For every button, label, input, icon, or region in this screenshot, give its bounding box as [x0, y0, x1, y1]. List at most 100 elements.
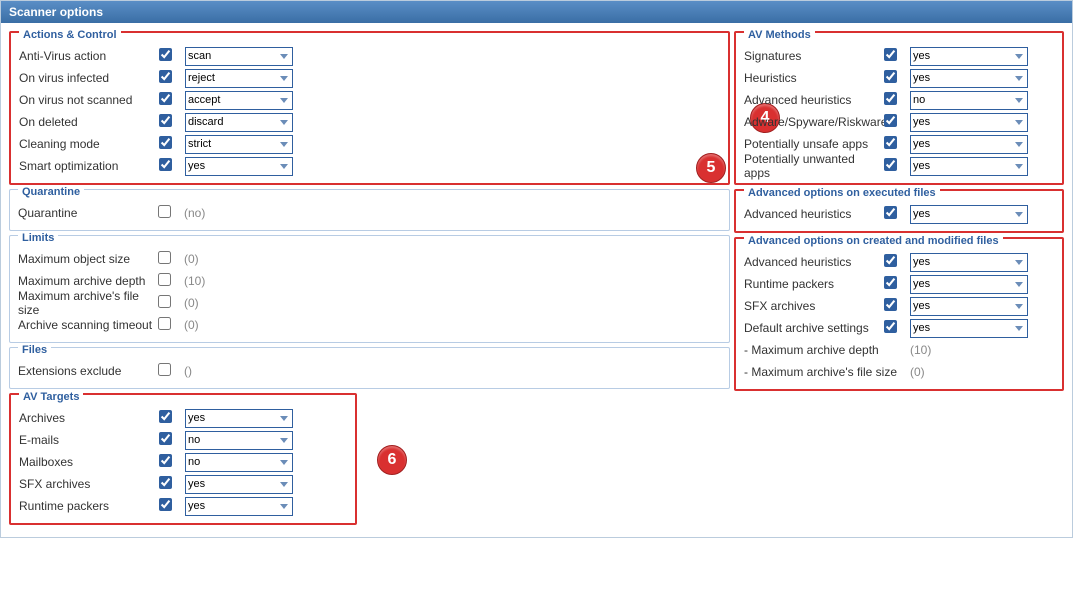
panel-body: Actions & Control 4 Anti-Virus actionsca… — [1, 23, 1072, 537]
limits-row: Maximum archive's file size (0) — [18, 292, 721, 314]
targets-select[interactable]: yes — [185, 497, 293, 516]
actions-row: Cleaning modestrict — [19, 133, 720, 155]
methods-row: Heuristicsyes — [744, 67, 1054, 89]
files-checkbox[interactable] — [158, 363, 171, 376]
limits-checkbox[interactable] — [158, 295, 171, 308]
actions-label: Smart optimization — [19, 159, 159, 173]
actions-select[interactable]: strict — [185, 135, 293, 154]
adv-created-sub-value: (10) — [910, 343, 931, 357]
actions-row: On virus infected reject — [19, 67, 720, 89]
targets-row: Archives yes — [19, 407, 347, 429]
methods-select[interactable]: yes — [910, 69, 1028, 88]
limits-checkbox[interactable] — [158, 317, 171, 330]
actions-select[interactable]: yes — [185, 157, 293, 176]
adv-created-select[interactable]: yes — [910, 253, 1028, 272]
adv-created-row: Advanced heuristics yes — [744, 251, 1054, 273]
adv-created-label: Advanced heuristics — [744, 255, 884, 269]
adv-exec-label: Advanced heuristics — [744, 207, 884, 221]
files-legend: Files — [18, 344, 51, 356]
methods-select[interactable]: yes — [910, 47, 1028, 66]
actions-label: On deleted — [19, 115, 159, 129]
actions-legend: Actions & Control — [19, 29, 121, 41]
methods-label: Signatures — [744, 49, 884, 63]
actions-label: On virus not scanned — [19, 93, 159, 107]
actions-select[interactable]: scan — [185, 47, 293, 66]
adv-created-row: Runtime packersyes — [744, 273, 1054, 295]
limits-fieldset: Limits Maximum object size(0)Maximum arc… — [9, 235, 730, 343]
actions-checkbox[interactable] — [159, 48, 172, 61]
targets-checkbox[interactable] — [159, 454, 172, 467]
adv-created-sub-value: (0) — [910, 365, 925, 379]
targets-checkbox[interactable] — [159, 432, 172, 445]
actions-checkbox[interactable] — [159, 158, 172, 171]
methods-checkbox[interactable] — [884, 136, 897, 149]
limits-label: Archive scanning timeout — [18, 318, 158, 332]
methods-checkbox[interactable] — [884, 48, 897, 61]
quarantine-row: Quarantine (no) — [18, 202, 721, 224]
actions-label: Anti-Virus action — [19, 49, 159, 63]
adv-created-sub-label: - Maximum archive's file size — [744, 365, 910, 379]
adv-created-select[interactable]: yes — [910, 297, 1028, 316]
actions-checkbox[interactable] — [159, 70, 172, 83]
adv-created-label: Default archive settings — [744, 321, 884, 335]
actions-select[interactable]: discard — [185, 113, 293, 132]
av-targets-fieldset: AV Targets 6 ArchivesyesE-mailsnoMailbox… — [9, 393, 357, 525]
targets-checkbox[interactable] — [159, 476, 172, 489]
adv-created-select[interactable]: yes — [910, 275, 1028, 294]
targets-checkbox[interactable] — [159, 410, 172, 423]
targets-select[interactable]: yes — [185, 475, 293, 494]
limits-checkbox[interactable] — [158, 251, 171, 264]
targets-row: E-mails no — [19, 429, 347, 451]
limits-readonly-value: (0) — [184, 296, 199, 310]
adv-created-label: SFX archives — [744, 299, 884, 313]
methods-checkbox[interactable] — [884, 114, 897, 127]
actions-checkbox[interactable] — [159, 92, 172, 105]
limits-label: Maximum archive's file size — [18, 289, 158, 317]
files-row: Extensions exclude() — [18, 360, 721, 382]
methods-checkbox[interactable] — [884, 158, 897, 171]
targets-select[interactable]: yes — [185, 409, 293, 428]
quarantine-checkbox[interactable] — [158, 205, 171, 218]
actions-checkbox[interactable] — [159, 114, 172, 127]
right-column: 5 AV Methods SignaturesyesHeuristicsyesA… — [734, 31, 1064, 529]
adv-created-checkbox[interactable] — [884, 298, 897, 311]
actions-checkbox[interactable] — [159, 136, 172, 149]
actions-label: On virus infected — [19, 71, 159, 85]
methods-checkbox[interactable] — [884, 70, 897, 83]
actions-row: Smart optimization yes — [19, 155, 720, 177]
targets-label: E-mails — [19, 433, 159, 447]
adv-exec-checkbox[interactable] — [884, 206, 897, 219]
actions-select[interactable]: accept — [185, 91, 293, 110]
adv-created-sub-row: - Maximum archive's file size(0) — [744, 361, 1054, 383]
adv-created-fieldset: Advanced options on created and modified… — [734, 237, 1064, 391]
limits-readonly-value: (10) — [184, 274, 205, 288]
left-column: Actions & Control 4 Anti-Virus actionsca… — [9, 31, 730, 529]
targets-checkbox[interactable] — [159, 498, 172, 511]
quarantine-readonly-value: (no) — [184, 206, 205, 220]
quarantine-label: Quarantine — [18, 206, 158, 220]
methods-select[interactable]: yes — [910, 157, 1028, 176]
adv-created-sub-row: - Maximum archive depth(10) — [744, 339, 1054, 361]
targets-label: Archives — [19, 411, 159, 425]
methods-checkbox[interactable] — [884, 92, 897, 105]
adv-exec-select[interactable]: yes — [910, 205, 1028, 224]
methods-select[interactable]: no — [910, 91, 1028, 110]
methods-row: Potentially unwanted appsyes — [744, 155, 1054, 177]
targets-select[interactable]: no — [185, 453, 293, 472]
adv-created-select[interactable]: yes — [910, 319, 1028, 338]
limits-checkbox[interactable] — [158, 273, 171, 286]
targets-select[interactable]: no — [185, 431, 293, 450]
scanner-options-panel: Scanner options Actions & Control 4 Anti… — [0, 0, 1073, 538]
limits-label: Maximum object size — [18, 252, 158, 266]
actions-control-fieldset: Actions & Control 4 Anti-Virus actionsca… — [9, 31, 730, 185]
targets-label: Mailboxes — [19, 455, 159, 469]
adv-created-checkbox[interactable] — [884, 254, 897, 267]
actions-select[interactable]: reject — [185, 69, 293, 88]
badge-6: 6 — [377, 445, 407, 475]
actions-row: On deleted discard — [19, 111, 720, 133]
adv-created-checkbox[interactable] — [884, 276, 897, 289]
methods-select[interactable]: yes — [910, 113, 1028, 132]
methods-select[interactable]: yes — [910, 135, 1028, 154]
adv-created-checkbox[interactable] — [884, 320, 897, 333]
limits-readonly-value: (0) — [184, 252, 199, 266]
